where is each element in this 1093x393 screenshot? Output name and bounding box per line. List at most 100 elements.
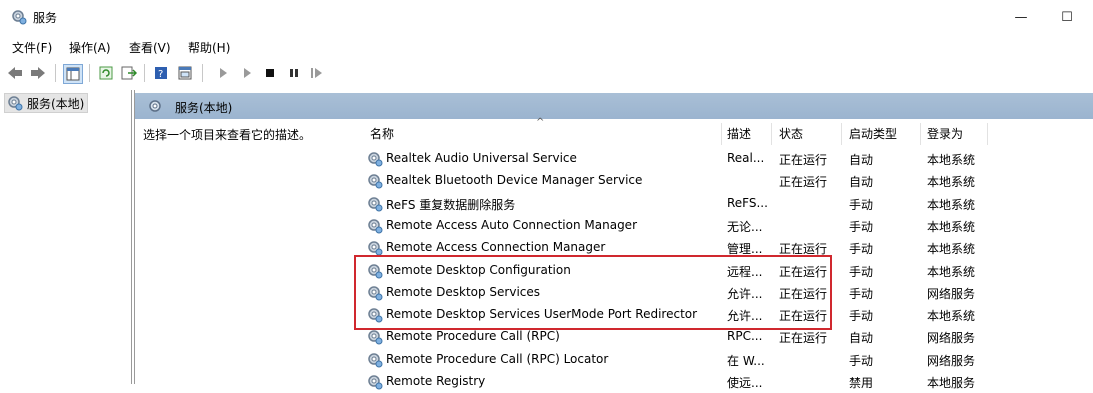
forward-icon[interactable] xyxy=(29,64,47,82)
service-status: 正在运行 xyxy=(779,175,828,190)
maximize-button[interactable]: ☐ xyxy=(1044,0,1090,34)
toolbar-separator xyxy=(55,64,56,82)
service-name: Realtek Bluetooth Device Manager Service xyxy=(386,173,643,188)
column-divider[interactable] xyxy=(721,123,722,145)
service-name: Remote Procedure Call (RPC) Locator xyxy=(386,351,609,366)
service-description: Real... xyxy=(727,151,765,165)
service-startup-type: 手动 xyxy=(849,264,874,279)
service-status: 正在运行 xyxy=(779,331,828,346)
back-icon[interactable] xyxy=(6,64,24,82)
column-divider[interactable] xyxy=(771,123,772,145)
service-description: ReFS... xyxy=(727,195,768,210)
pause-icon[interactable] xyxy=(285,64,303,82)
title-bar: 服务 — ☐ xyxy=(0,0,1093,34)
service-name: Realtek Audio Universal Service xyxy=(386,151,577,165)
service-startup-type: 手动 xyxy=(849,309,874,324)
menu-help[interactable]: 帮助(H) xyxy=(188,39,230,56)
column-header-description[interactable]: 描述 xyxy=(727,125,751,142)
service-gear-icon xyxy=(367,218,383,237)
toolbar: ? xyxy=(0,60,1093,86)
service-row[interactable]: Remote Access Auto Connection Manager 无论.… xyxy=(353,215,1093,237)
start-icon[interactable] xyxy=(214,64,232,82)
service-description: 在 W... xyxy=(727,353,765,368)
service-name: Remote Registry xyxy=(386,374,486,388)
sort-ascending-icon: ^ xyxy=(536,117,545,128)
service-gear-icon xyxy=(367,173,383,192)
service-logon-as: 本地系统 xyxy=(927,219,976,234)
service-logon-as: 本地服务 xyxy=(927,376,976,390)
service-logon-as: 本地系统 xyxy=(927,175,976,190)
column-header-status[interactable]: 状态 xyxy=(779,125,803,142)
toolbar-separator xyxy=(202,64,203,82)
stop-icon[interactable] xyxy=(261,64,279,82)
service-row[interactable]: Remote Registry 使远... 禁用 本地服务 xyxy=(353,371,1093,393)
start-params-icon[interactable] xyxy=(238,64,256,82)
service-status: 正在运行 xyxy=(779,153,828,167)
description-text: 选择一个项目来查看它的描述。 xyxy=(143,128,312,142)
highlight-box xyxy=(354,255,832,330)
column-header-startup-type[interactable]: 启动类型 xyxy=(849,125,897,142)
menu-view[interactable]: 查看(V) xyxy=(129,39,171,56)
service-startup-type: 手动 xyxy=(849,242,874,257)
column-header-logon-as[interactable]: 登录为 xyxy=(927,125,963,142)
service-gear-icon xyxy=(367,196,383,215)
service-logon-as: 本地系统 xyxy=(927,242,976,257)
service-startup-type: 自动 xyxy=(849,331,874,346)
service-logon-as: 本地系统 xyxy=(927,309,976,324)
service-row[interactable]: Realtek Bluetooth Device Manager Service… xyxy=(353,170,1093,192)
service-startup-type: 手动 xyxy=(849,219,874,234)
toolbar-separator xyxy=(144,64,145,82)
menu-bar: 文件(F) 操作(A) 查看(V) 帮助(H) xyxy=(0,36,1093,58)
service-gear-icon xyxy=(367,151,383,170)
help-icon[interactable]: ? xyxy=(152,64,170,82)
service-row[interactable]: Remote Procedure Call (RPC) Locator 在 W..… xyxy=(353,349,1093,371)
service-description: 使远... xyxy=(727,376,763,390)
svg-text:?: ? xyxy=(158,69,163,80)
menu-action[interactable]: 操作(A) xyxy=(69,39,111,56)
service-name: ReFS 重复数据删除服务 xyxy=(386,197,516,212)
service-row[interactable]: ReFS 重复数据删除服务 ReFS... 手动 本地系统 xyxy=(353,193,1093,215)
service-startup-type: 手动 xyxy=(849,286,874,301)
column-divider[interactable] xyxy=(920,123,921,145)
tree-item-label: 服务(本地) xyxy=(27,96,85,111)
services-gear-icon xyxy=(11,9,27,25)
column-divider[interactable] xyxy=(987,123,988,145)
service-startup-type: 禁用 xyxy=(849,376,874,390)
toolbar-separator xyxy=(89,64,90,82)
service-description: RPC... xyxy=(727,329,763,344)
show-tree-icon[interactable] xyxy=(63,64,83,84)
services-gear-icon xyxy=(148,99,164,118)
export-icon[interactable] xyxy=(120,64,138,82)
service-description: 无论... xyxy=(727,219,763,234)
service-logon-as: 网络服务 xyxy=(927,286,976,301)
service-name: Remote Access Auto Connection Manager xyxy=(386,217,637,232)
service-logon-as: 网络服务 xyxy=(927,353,976,368)
menu-file[interactable]: 文件(F) xyxy=(12,39,52,56)
services-gear-icon xyxy=(8,96,23,111)
service-name: Remote Access Connection Manager xyxy=(386,240,606,255)
service-startup-type: 自动 xyxy=(849,175,874,190)
services-pane: 服务(本地) 选择一个项目来查看它的描述。 ^ 名称 描述 状态 启动类型 登录… xyxy=(134,90,1093,390)
service-startup-type: 手动 xyxy=(849,197,874,212)
service-gear-icon xyxy=(367,352,383,371)
service-logon-as: 本地系统 xyxy=(927,197,976,212)
tree-item-services-local[interactable]: 服务(本地) xyxy=(4,93,89,113)
service-startup-type: 手动 xyxy=(849,353,874,368)
column-divider[interactable] xyxy=(841,123,842,145)
service-row[interactable]: Realtek Audio Universal Service Real... 正在… xyxy=(353,148,1093,170)
minimize-button[interactable]: — xyxy=(998,0,1044,34)
service-startup-type: 自动 xyxy=(849,153,874,167)
properties-icon[interactable] xyxy=(176,64,194,82)
service-logon-as: 网络服务 xyxy=(927,331,976,346)
panel-title: 服务(本地) xyxy=(175,101,233,115)
column-header-name[interactable]: 名称 xyxy=(370,125,394,142)
service-name: Remote Procedure Call (RPC) xyxy=(386,329,560,344)
service-logon-as: 本地系统 xyxy=(927,153,976,167)
service-logon-as: 本地系统 xyxy=(927,264,976,279)
tree-pane: 服务(本地) xyxy=(0,90,132,384)
services-list: ^ 名称 描述 状态 启动类型 登录为 Realtek Audio Univer… xyxy=(353,117,1093,390)
window-title: 服务 xyxy=(33,11,58,25)
refresh-icon[interactable] xyxy=(97,64,115,82)
resume-icon[interactable] xyxy=(308,64,326,82)
panel-header: 服务(本地) xyxy=(135,93,1093,119)
